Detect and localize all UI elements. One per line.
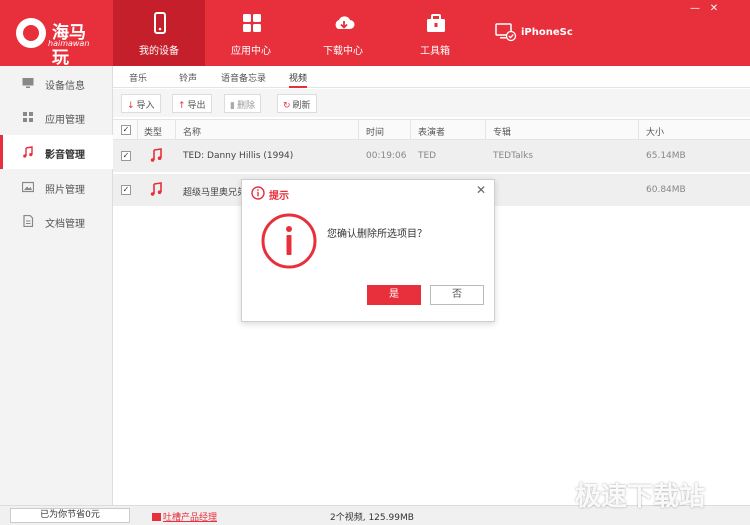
dialog-close-button[interactable]: ✕ [474,183,488,197]
export-button[interactable]: ↑ 导出 [172,94,212,113]
sidebar: 设备信息 应用管理 影音管理 照片管理 文档管理 [0,66,113,505]
nav-toolbox[interactable]: 工具箱 [389,0,481,66]
sidebar-item-label: 文档管理 [45,219,85,230]
toolbox-icon [427,14,445,32]
chat-bubble-icon [152,513,161,521]
music-note-icon [150,148,162,162]
confirm-dialog: 提示 ✕ 您确认删除所选项目？ 是 否 [241,179,495,322]
arrow-up-icon: ↑ [178,101,186,111]
column-divider [485,120,486,140]
document-icon [23,215,34,227]
refresh-label: 刷新 [292,101,311,111]
column-divider [358,120,359,140]
grid-icon [23,112,33,122]
row-time: 00:19:06 [366,151,407,161]
dialog-title: 提示 [269,191,289,202]
feedback-label: 吐槽产品经理 [163,513,218,523]
confirm-yes-button[interactable]: 是 [367,285,421,305]
nav-label: 应用中心 [231,46,271,57]
column-divider [137,120,138,140]
tab-voice-memos[interactable]: 语音备忘录 [221,71,266,84]
watermark: 极速下载站 [575,482,706,512]
dialog-message: 您确认删除所选项目？ [327,229,427,240]
nav-label: 我的设备 [139,46,179,57]
row-name: 超级马里奥兄弟 [183,188,247,198]
row-album: TEDTalks [493,151,534,161]
row-name: TED: Danny Hillis (1994) [183,151,294,161]
row-checkbox[interactable]: ✓ [121,151,131,161]
nav-app-center[interactable]: 应用中心 [205,0,297,66]
sidebar-item-label: 应用管理 [45,115,85,126]
media-subtabs: 音乐 铃声 语音备忘录 视频 [113,66,750,88]
nav-label: 下载中心 [323,46,363,57]
feedback-link[interactable]: 吐槽产品经理 [152,510,217,523]
tab-ringtones[interactable]: 铃声 [179,71,197,84]
refresh-icon: ↻ [283,101,291,111]
column-divider [410,120,411,140]
column-divider [175,120,176,140]
sidebar-item-label: 照片管理 [45,185,85,196]
sidebar-item-app-management[interactable]: 应用管理 [0,100,113,134]
device-name: iPhoneSc [521,27,573,38]
image-icon [22,181,34,193]
app-logo: 海马玩 haimawan [12,14,97,68]
import-button[interactable]: ↓ 导入 [121,94,161,113]
arrow-down-icon: ↓ [127,101,135,111]
music-note-icon [23,146,33,158]
info-large-icon [261,213,317,269]
delete-button[interactable]: ▮ 删除 [224,94,261,113]
sidebar-item-media-management[interactable]: 影音管理 [0,135,113,169]
column-header-artist[interactable]: 表演者 [418,125,445,138]
device-connected-icon [495,23,517,42]
sidebar-item-document-management[interactable]: 文档管理 [0,204,113,238]
nav-my-device[interactable]: 我的设备 [113,0,205,66]
column-header-album[interactable]: 专辑 [493,125,511,138]
import-label: 导入 [136,101,155,111]
row-checkbox[interactable]: ✓ [121,185,131,195]
logo-mark [16,18,46,48]
confirm-no-button[interactable]: 否 [430,285,484,305]
sidebar-item-label: 设备信息 [45,81,85,92]
sidebar-item-device-info[interactable]: 设备信息 [0,66,113,100]
column-header-name[interactable]: 名称 [183,125,201,138]
monitor-icon [22,78,34,88]
phone-icon [154,12,166,34]
row-size: 60.84MB [646,185,686,195]
table-row[interactable]: ✓ TED: Danny Hillis (1994) 00:19:06 TED … [113,140,750,173]
trash-icon: ▮ [230,101,235,111]
savings-badge: 已为你节省0元 [10,508,130,523]
minimize-button[interactable]: — [688,2,702,16]
sidebar-item-label: 影音管理 [45,150,85,161]
export-label: 导出 [187,101,206,111]
logo-subtext: haimawan [48,39,90,48]
table-header: ✓ 类型 名称 时间 表演者 专辑 大小 [113,119,750,140]
nav-download-center[interactable]: 下载中心 [297,0,389,66]
close-button[interactable]: ✕ [707,2,721,16]
row-artist: TED [418,151,437,161]
select-all-checkbox[interactable]: ✓ [121,125,131,135]
apps-grid-icon [243,14,261,32]
delete-label: 删除 [236,101,255,111]
nav-label: 工具箱 [420,46,450,57]
row-size: 65.14MB [646,151,686,161]
column-header-type[interactable]: 类型 [144,125,162,138]
column-divider [638,120,639,140]
video-count-summary: 2个视频, 125.99MB [330,513,414,523]
music-note-icon [150,182,162,196]
toolbar: ↓ 导入 ↑ 导出 ▮ 删除 ↻ 刷新 [113,89,750,117]
info-icon [251,186,265,200]
column-header-time[interactable]: 时间 [366,125,384,138]
top-header: 海马玩 haimawan 我的设备 应用中心 下载中心 工具箱 iPhoneSc… [0,0,750,68]
tab-music[interactable]: 音乐 [129,71,147,84]
column-header-size[interactable]: 大小 [646,125,664,138]
refresh-button[interactable]: ↻ 刷新 [277,94,317,113]
cloud-download-icon [335,16,355,29]
tab-videos[interactable]: 视频 [289,71,308,88]
sidebar-item-photo-management[interactable]: 照片管理 [0,170,113,204]
